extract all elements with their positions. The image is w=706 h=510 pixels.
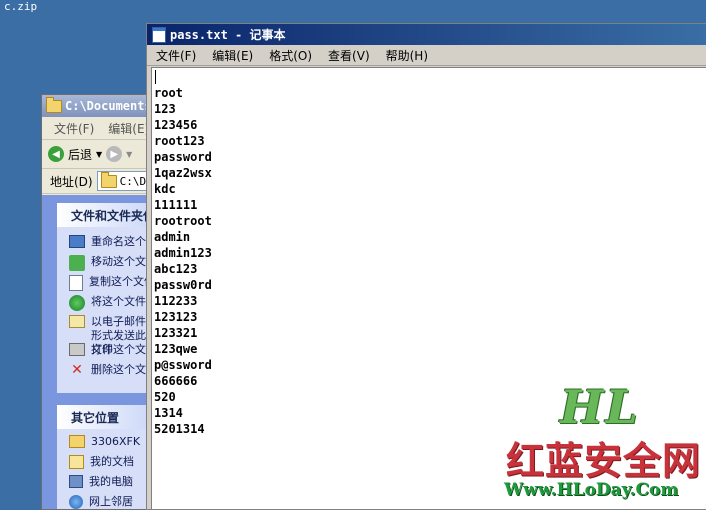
place-label: 3306XFK: [91, 435, 141, 448]
text-line: p@ssword: [154, 358, 212, 372]
rename-icon: [69, 235, 85, 248]
delete-x-icon: ✕: [71, 362, 83, 378]
text-line: 1314: [154, 406, 183, 420]
text-line: root123: [154, 134, 205, 148]
chevron-down-icon[interactable]: ▼: [126, 150, 132, 159]
menu-help[interactable]: 帮助(H): [386, 47, 428, 64]
explorer-toolbar: ◀ 后退 ▼ ▶ ▼: [42, 140, 162, 169]
text-line: abc123: [154, 262, 198, 276]
explorer-menu-bar: 文件(F) 编辑(E): [42, 117, 162, 140]
move-icon: [69, 255, 85, 271]
chevron-down-icon[interactable]: ▼: [96, 150, 102, 159]
text-line: 520: [154, 390, 176, 404]
text-line: admin: [154, 230, 191, 244]
folder-icon: [100, 171, 117, 188]
menu-format[interactable]: 格式(O): [269, 47, 312, 64]
explorer-task-pane: 文件和文件夹任务 重命名这个文件 移动这个文件 复制这个文件 将这个文件发布到 …: [42, 195, 162, 509]
text-line: rootroot: [154, 214, 212, 228]
text-line: passw0rd: [154, 278, 212, 292]
copy-icon: [69, 275, 83, 291]
notepad-title: pass.txt - 记事本: [170, 28, 286, 42]
menu-view[interactable]: 查看(V): [328, 47, 370, 64]
text-line: kdc: [154, 182, 176, 196]
email-icon: [69, 315, 85, 328]
menu-file[interactable]: 文件(F): [156, 47, 196, 64]
printer-icon: [69, 343, 85, 356]
explorer-menu-edit[interactable]: 编辑(E): [108, 120, 149, 137]
desktop-file-label[interactable]: c.zip: [4, 0, 37, 13]
text-lines: root 123 123456 root123 password 1qaz2wsx kdc 1…: [154, 85, 212, 437]
text-line: 123: [154, 102, 176, 116]
address-label: 地址(D): [50, 174, 93, 189]
text-line: 111111: [154, 198, 198, 212]
menu-edit[interactable]: 编辑(E): [212, 47, 253, 64]
text-line: 1qaz2wsx: [154, 166, 212, 180]
network-icon: [69, 495, 83, 509]
folder-icon: [69, 435, 85, 448]
notepad-menu-bar: 文件(F) 编辑(E) 格式(O) 查看(V) 帮助(H): [147, 45, 706, 66]
explorer-window: C:\Documents 文件(F) 编辑(E) ◀ 后退 ▼ ▶ ▼ 地址(D…: [41, 94, 163, 510]
address-bar: 地址(D) C:\D: [42, 169, 162, 194]
my-computer-icon: [69, 475, 83, 488]
text-line: admin123: [154, 246, 212, 260]
text-line: 5201314: [154, 422, 205, 436]
back-button[interactable]: 后退: [68, 146, 92, 163]
place-label: 我的文档: [90, 455, 134, 468]
folder-icon: [46, 96, 62, 113]
back-arrow-icon[interactable]: ◀: [48, 146, 64, 162]
place-label: 网上邻居: [89, 495, 133, 508]
text-line: password: [154, 150, 212, 164]
forward-arrow-icon[interactable]: ▶: [106, 146, 123, 162]
text-line: 123456: [154, 118, 198, 132]
notepad-title-bar[interactable]: pass.txt - 记事本: [147, 24, 706, 45]
explorer-title: C:\Documents: [65, 99, 152, 113]
explorer-title-bar[interactable]: C:\Documents: [42, 95, 162, 117]
notepad-text-area[interactable]: root 123 123456 root123 password 1qaz2wsx kdc 1…: [151, 67, 706, 509]
text-caret: [155, 70, 156, 84]
explorer-menu-file[interactable]: 文件(F): [54, 120, 94, 137]
notepad-icon: [152, 26, 166, 43]
text-line: 123321: [154, 326, 198, 340]
web-publish-icon: [69, 295, 85, 311]
text-line: root: [154, 86, 183, 100]
address-value: C:\D: [119, 174, 147, 188]
place-label: 我的电脑: [89, 475, 133, 488]
notepad-window: pass.txt - 记事本 文件(F) 编辑(E) 格式(O) 查看(V) 帮…: [146, 23, 706, 510]
text-line: 112233: [154, 294, 198, 308]
my-documents-icon: [69, 455, 84, 469]
text-line: 123qwe: [154, 342, 198, 356]
text-line: 666666: [154, 374, 198, 388]
text-line: 123123: [154, 310, 198, 324]
